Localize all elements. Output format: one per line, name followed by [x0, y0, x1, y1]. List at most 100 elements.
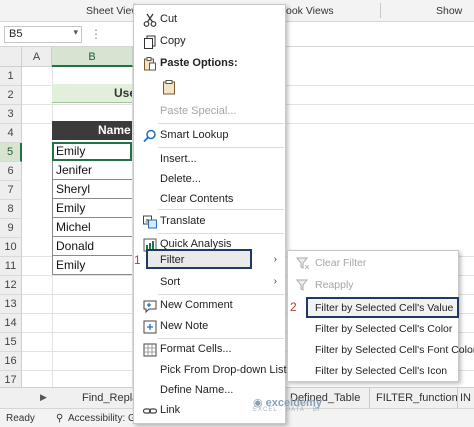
scissors-icon	[142, 12, 158, 28]
menu-item-label: Pick From Drop-down List...	[160, 364, 296, 376]
formula-bar-grip[interactable]: ⋮	[90, 27, 103, 41]
clear-filter-icon	[295, 255, 311, 271]
chevron-right-icon: ›	[273, 254, 277, 265]
select-all-corner[interactable]	[0, 47, 22, 67]
name-box-value: B5	[9, 28, 23, 40]
row-header[interactable]: 16	[0, 352, 22, 371]
paste-option-button[interactable]	[134, 75, 285, 99]
comment-icon	[142, 298, 158, 314]
menu-item-new-note[interactable]: New Note	[134, 316, 285, 338]
row-header[interactable]: 12	[0, 276, 22, 295]
translate-icon: a	[142, 214, 158, 230]
menu-item-sort[interactable]: Sort ›	[134, 272, 285, 294]
accessibility-icon[interactable]: ⚲	[56, 413, 63, 424]
menu-item-smart-lookup[interactable]: Smart Lookup	[134, 125, 285, 147]
row-header[interactable]: 7	[0, 181, 22, 200]
row-header[interactable]: 15	[0, 333, 22, 352]
name-cell[interactable]: Donald	[52, 237, 132, 256]
menu-item-pick-from-list[interactable]: Pick From Drop-down List...	[134, 360, 296, 382]
menu-separator	[158, 123, 284, 124]
name-cell[interactable]: Emily	[52, 256, 132, 275]
row-header[interactable]: 4	[0, 124, 22, 143]
ribbon-group-workbook-views: ook Views	[286, 5, 334, 17]
menu-item-translate[interactable]: a Translate	[134, 211, 285, 233]
submenu-item-filter-by-value[interactable]: Filter by Selected Cell's Value	[288, 297, 458, 319]
menu-item-insert[interactable]: Insert...	[134, 149, 285, 171]
menu-item-label: New Note	[160, 320, 209, 332]
row-header-selected[interactable]: 5	[0, 143, 22, 162]
paste-clipboard-icon	[161, 79, 177, 95]
row-header[interactable]: 10	[0, 238, 22, 257]
name-cell[interactable]: Michel	[52, 218, 132, 237]
row-header[interactable]: 3	[0, 105, 22, 124]
menu-item-label: Copy	[160, 35, 186, 47]
ribbon-group-sheet-view: Sheet View	[86, 5, 139, 17]
menu-item-delete[interactable]: Delete...	[134, 169, 285, 191]
submenu-item-label: Clear Filter	[315, 257, 367, 269]
menu-item-label: Sort	[160, 276, 181, 288]
menu-item-format-cells[interactable]: Format Cells...	[134, 339, 285, 361]
row-header[interactable]: 2	[0, 86, 22, 105]
menu-item-paste-special[interactable]: Paste Special...	[134, 101, 285, 123]
format-cells-icon	[142, 342, 158, 358]
step-marker-1: 1	[134, 253, 141, 267]
sheet-nav-next-icon[interactable]: ▶	[40, 392, 47, 403]
menu-item-label: Smart Lookup	[160, 129, 229, 141]
column-header-b[interactable]: B	[52, 47, 133, 67]
menu-item-label: Delete...	[160, 173, 201, 185]
menu-separator	[158, 209, 284, 210]
row-header[interactable]: 1	[0, 67, 22, 86]
search-icon	[142, 128, 158, 144]
menu-item-label: New Comment	[160, 299, 233, 311]
name-cell[interactable]: Emily	[52, 199, 132, 218]
menu-item-copy[interactable]: Copy	[134, 31, 285, 53]
row-header[interactable]: 13	[0, 295, 22, 314]
watermark-tagline: EXCEL · DATA · BI	[253, 407, 321, 413]
name-cell[interactable]: Jenifer	[52, 161, 132, 180]
ribbon-group-show: Show	[436, 5, 463, 17]
menu-item-label: Link	[160, 404, 181, 416]
menu-item-cut[interactable]: Cut	[134, 9, 285, 31]
menu-item-label: Insert...	[160, 153, 197, 165]
ribbon-separator	[380, 3, 381, 18]
submenu-item-filter-by-color[interactable]: Filter by Selected Cell's Color	[288, 318, 458, 340]
menu-item-label: Paste Options:	[160, 57, 238, 69]
row-header[interactable]: 6	[0, 162, 22, 181]
chevron-right-icon: ›	[273, 276, 277, 287]
column-header-a[interactable]: A	[22, 47, 52, 67]
row-header[interactable]: 11	[0, 257, 22, 276]
submenu-item-label: Filter by Selected Cell's Font Color	[315, 344, 474, 356]
status-accessibility[interactable]: Accessibility: G	[68, 413, 136, 424]
menu-item-label: Filter	[160, 254, 185, 266]
row-header[interactable]: 8	[0, 200, 22, 219]
sheet-tab-find-replace[interactable]: Find_Repla	[76, 388, 138, 409]
menu-item-paste-options: Paste Options:	[134, 53, 285, 75]
submenu-item-label: Filter by Selected Cell's Icon	[315, 365, 448, 377]
submenu-item-reapply[interactable]: Reapply	[288, 274, 458, 296]
menu-item-label: Clear Contents	[160, 193, 234, 205]
name-column-header-cell[interactable]: Name	[52, 121, 132, 140]
menu-item-filter[interactable]: Filter ›	[134, 250, 285, 272]
name-cell[interactable]: Sheryl	[52, 180, 132, 199]
active-cell[interactable]: Emily	[52, 142, 132, 161]
table-title-cell[interactable]: Use	[52, 84, 132, 103]
sheet-tab-partial[interactable]: IN	[458, 388, 474, 409]
chevron-down-icon[interactable]: ▾	[73, 27, 78, 38]
menu-item-clear-contents[interactable]: Clear Contents	[134, 189, 285, 211]
submenu-item-clear-filter[interactable]: Clear Filter	[288, 252, 458, 274]
reapply-icon	[295, 277, 311, 293]
submenu-item-label: Filter by Selected Cell's Color	[315, 323, 453, 335]
name-box[interactable]: B5 ▾	[4, 26, 82, 43]
sheet-tab-filter-function[interactable]: FILTER_function	[370, 388, 458, 409]
menu-item-label: Cut	[160, 13, 178, 25]
row-header[interactable]: 9	[0, 219, 22, 238]
svg-text:a: a	[145, 218, 149, 225]
submenu-item-filter-by-icon[interactable]: Filter by Selected Cell's Icon	[288, 360, 458, 382]
submenu-item-label: Filter by Selected Cell's Value	[315, 302, 454, 314]
menu-item-new-comment[interactable]: New Comment	[134, 295, 285, 317]
status-ready: Ready	[6, 413, 35, 424]
submenu-item-filter-by-font-color[interactable]: Filter by Selected Cell's Font Color	[288, 339, 474, 361]
link-icon	[142, 403, 158, 419]
note-icon	[142, 319, 158, 335]
row-header[interactable]: 14	[0, 314, 22, 333]
